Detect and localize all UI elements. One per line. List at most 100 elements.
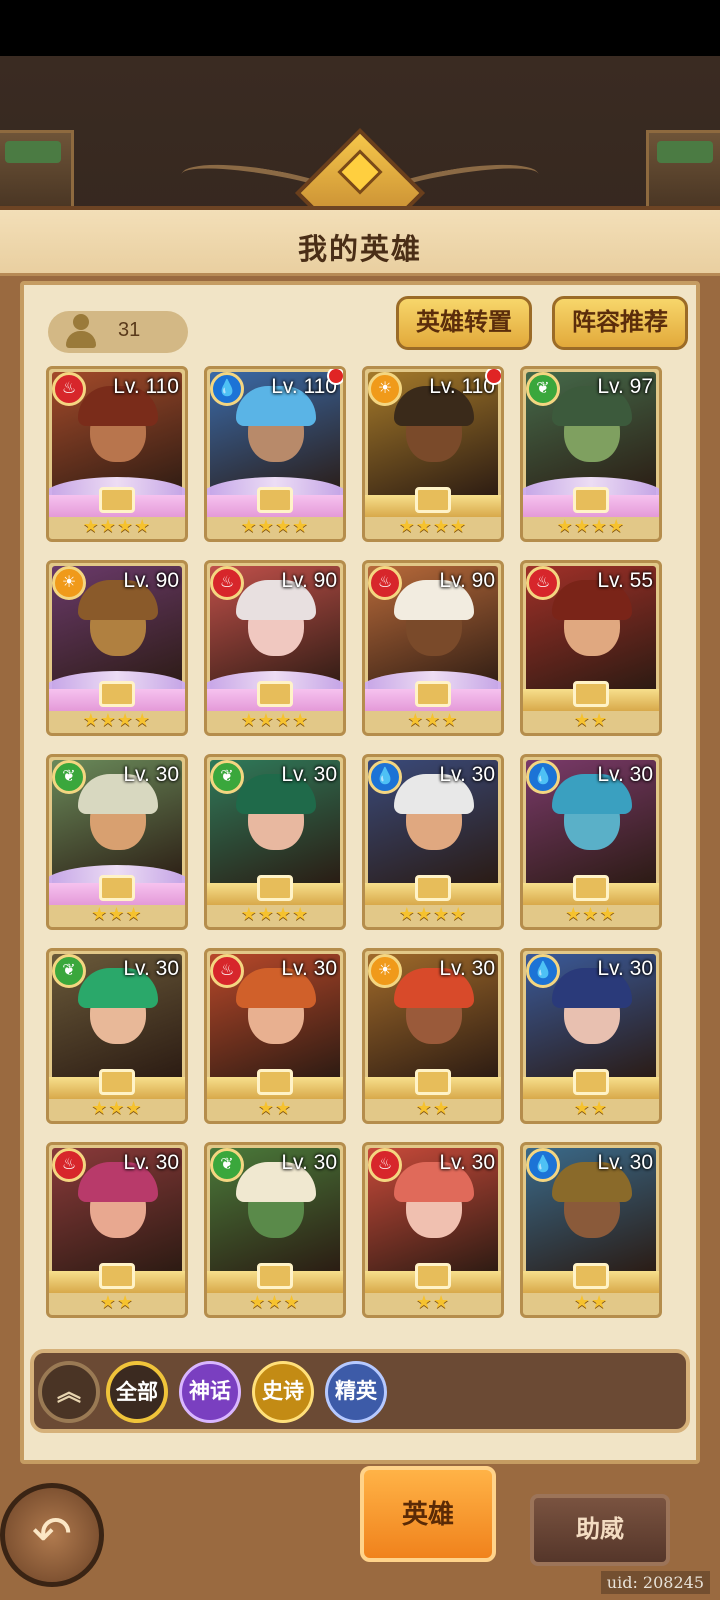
hero-level: Lv. 30 [597,763,653,786]
water-element-icon: 💧 [526,954,560,988]
notification-dot [485,369,501,385]
rarity-emblem-icon [573,875,609,901]
hero-card[interactable]: ♨ Lv. 110 ★★★★ [46,366,188,542]
rarity-emblem-icon [415,681,451,707]
hero-card[interactable]: ☀ Lv. 30 ★★ [362,948,504,1124]
rarity-emblem-icon [257,875,293,901]
hero-level: Lv. 30 [439,1151,495,1174]
rarity-emblem-icon [99,1069,135,1095]
hero-level: Lv. 30 [281,1151,337,1174]
right-pillar-decoration [646,130,720,210]
hero-stars: ★★★★ [240,516,310,536]
rarity-emblem-icon [415,875,451,901]
hero-stars: ★★★★ [240,904,310,924]
hero-level: Lv. 30 [281,957,337,980]
hero-card[interactable]: 💧 Lv. 30 ★★★ [520,754,662,930]
hero-stars: ★★★ [249,1292,301,1312]
hero-card[interactable]: ❦ Lv. 30 ★★★ [46,754,188,930]
hero-level: Lv. 30 [597,1151,653,1174]
light-element-icon: ☀ [368,372,402,406]
fire-element-icon: ♨ [526,566,560,600]
back-arrow-icon: ↶ [31,1508,73,1561]
light-element-icon: ☀ [368,954,402,988]
rarity-emblem-icon [415,487,451,513]
hero-stars: ★★★★ [82,516,152,536]
hero-level: Lv. 30 [123,957,179,980]
hero-card[interactable]: 💧 Lv. 110 ★★★★ [204,366,346,542]
collapse-filter-button[interactable]: ︽ [38,1361,100,1423]
nature-element-icon: ❦ [210,760,244,794]
hero-stars: ★★ [573,710,609,730]
hero-card[interactable]: 💧 Lv. 30 ★★ [520,1142,662,1318]
water-element-icon: 💧 [210,372,244,406]
hero-card[interactable]: ♨ Lv. 30 ★★ [46,1142,188,1318]
light-element-icon: ☀ [52,566,86,600]
filter-all-button[interactable]: 全部 [106,1361,168,1423]
hero-stars: ★★★ [407,710,459,730]
rarity-emblem-icon [99,875,135,901]
fire-element-icon: ♨ [368,566,402,600]
hero-card[interactable]: ♨ Lv. 90 ★★★★ [204,560,346,736]
hero-card[interactable]: ❦ Lv. 30 ★★★★ [204,754,346,930]
fire-element-icon: ♨ [210,566,244,600]
nature-element-icon: ❦ [52,954,86,988]
hero-level: Lv. 97 [597,375,653,398]
hero-stars: ★★ [257,1098,293,1118]
hero-card[interactable]: ♨ Lv. 55 ★★ [520,560,662,736]
rarity-emblem-icon [415,1069,451,1095]
rarity-emblem-icon [257,487,293,513]
chevron-double-up-icon: ︽ [57,1379,81,1406]
filter-epic-button[interactable]: 史诗 [252,1361,314,1423]
hero-count: 31 [118,319,141,341]
hero-card[interactable]: ☀ Lv. 90 ★★★★ [46,560,188,736]
hero-card[interactable]: ♨ Lv. 90 ★★★ [362,560,504,736]
hero-card[interactable]: ❦ Lv. 30 ★★★ [204,1142,346,1318]
hero-transfer-button[interactable]: 英雄转置 [396,296,532,350]
filter-mythic-button[interactable]: 神话 [179,1361,241,1423]
hero-level: Lv. 30 [281,763,337,786]
hero-stars: ★★★★ [240,710,310,730]
hero-level: Lv. 55 [597,569,653,592]
nature-element-icon: ❦ [526,372,560,406]
fire-element-icon: ♨ [368,1148,402,1182]
tab-support[interactable]: 助威 [530,1494,670,1566]
hero-level: Lv. 30 [123,1151,179,1174]
fire-element-icon: ♨ [210,954,244,988]
page-title: 我的英雄 [297,234,422,266]
status-bar [0,0,720,56]
hero-card[interactable]: ♨ Lv. 30 ★★ [362,1142,504,1318]
hero-card[interactable]: 💧 Lv. 30 ★★★★ [362,754,504,930]
hero-level: Lv. 30 [597,957,653,980]
rarity-emblem-icon [99,487,135,513]
person-icon [66,314,96,348]
hero-card[interactable]: ❦ Lv. 97 ★★★★ [520,366,662,542]
hero-card[interactable]: 💧 Lv. 30 ★★ [520,948,662,1124]
hero-stars: ★★ [415,1292,451,1312]
rarity-emblem-icon [415,1263,451,1289]
rarity-emblem-icon [573,1069,609,1095]
tab-heroes[interactable]: 英雄 [360,1466,496,1562]
left-pillar-decoration [0,130,74,210]
fire-element-icon: ♨ [52,1148,86,1182]
rarity-emblem-icon [99,681,135,707]
nature-element-icon: ❦ [52,760,86,794]
water-element-icon: 💧 [368,760,402,794]
hero-level: Lv. 30 [123,763,179,786]
hero-card[interactable]: ♨ Lv. 30 ★★ [204,948,346,1124]
rarity-emblem-icon [257,1069,293,1095]
rarity-emblem-icon [257,1263,293,1289]
hero-grid: ♨ Lv. 110 ★★★★ 💧 Lv. 110 ★★★★ ☀ Lv. 110 ★★★★ ❦ Lv.… [40,366,680,1333]
back-button[interactable]: ↶ [0,1483,104,1587]
water-element-icon: 💧 [526,760,560,794]
lineup-recommend-button[interactable]: 阵容推荐 [552,296,688,350]
rarity-emblem-icon [573,681,609,707]
hero-level: Lv. 110 [113,375,179,398]
hero-stars: ★★★★ [398,904,468,924]
hero-stars: ★★★ [565,904,617,924]
hero-card[interactable]: ❦ Lv. 30 ★★★ [46,948,188,1124]
rarity-emblem-icon [573,1263,609,1289]
filter-elite-button[interactable]: 精英 [325,1361,387,1423]
hero-card[interactable]: ☀ Lv. 110 ★★★★ [362,366,504,542]
hero-stars: ★★ [415,1098,451,1118]
notification-dot [327,369,343,385]
